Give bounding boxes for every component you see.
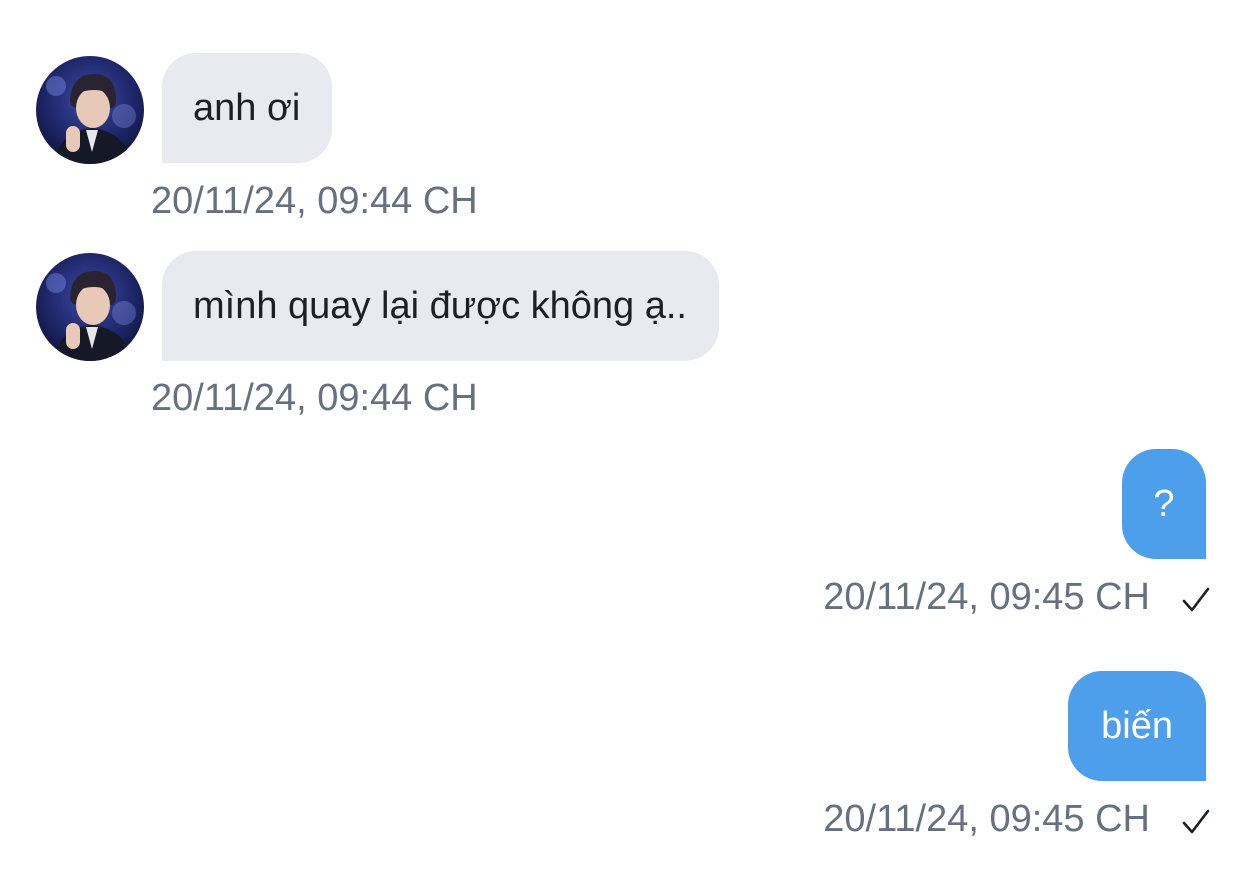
avatar-photo (36, 253, 144, 361)
message-timestamp: 20/11/24, 09:44 CH (151, 180, 478, 222)
incoming-message-bubble[interactable]: anh ơi (162, 53, 333, 163)
incoming-message-bubble[interactable]: mình quay lại được không ạ.. (162, 251, 719, 361)
check-icon (1180, 806, 1212, 838)
message-text: ? (1153, 482, 1175, 525)
outgoing-message-bubble[interactable]: ? (1122, 449, 1206, 559)
avatar-photo (36, 56, 144, 164)
message-text: anh ơi (193, 86, 301, 129)
message-text: biến (1101, 704, 1173, 747)
message-text: mình quay lại được không ạ.. (193, 284, 687, 327)
sender-avatar[interactable] (36, 253, 144, 361)
message-timestamp: 20/11/24, 09:45 CH (823, 798, 1150, 840)
message-timestamp: 20/11/24, 09:44 CH (151, 377, 478, 419)
sender-avatar[interactable] (36, 56, 144, 164)
check-icon (1180, 584, 1212, 616)
outgoing-message-bubble[interactable]: biến (1068, 671, 1206, 781)
message-timestamp: 20/11/24, 09:45 CH (823, 576, 1150, 618)
